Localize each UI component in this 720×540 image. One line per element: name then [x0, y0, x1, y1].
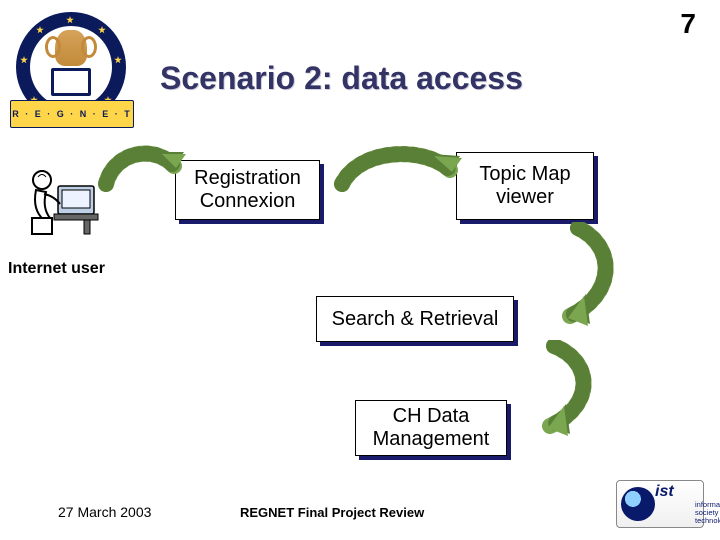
- regnet-logo: R · E · G · N · E · T: [16, 12, 126, 122]
- node-topic-map-viewer: Topic Map viewer: [456, 152, 594, 220]
- arrow-registration-to-topicmap: [332, 140, 462, 200]
- node-text: Management: [373, 428, 490, 451]
- ist-logo-big-text: ist: [655, 483, 674, 501]
- internet-user-icon: [24, 160, 104, 240]
- node-text: Registration: [194, 167, 301, 190]
- node-ch-data-management: CH Data Management: [355, 400, 507, 456]
- node-text: CH Data: [393, 405, 470, 428]
- page-number: 7: [680, 8, 696, 40]
- node-text: Topic Map: [479, 163, 570, 186]
- node-registration-connexion: Registration Connexion: [175, 160, 320, 220]
- regnet-logo-banner: R · E · G · N · E · T: [10, 100, 134, 128]
- arrow-topicmap-to-search: [520, 222, 630, 332]
- internet-user-label: Internet user: [8, 260, 105, 278]
- footer-date: 27 March 2003: [58, 504, 151, 520]
- arrow-user-to-registration: [96, 138, 186, 198]
- ist-logo: ist information society technologies: [616, 480, 704, 528]
- node-text: Search & Retrieval: [332, 308, 499, 331]
- footer-center-text: REGNET Final Project Review: [240, 505, 424, 520]
- node-text: viewer: [496, 186, 554, 209]
- ist-logo-small-text: information society technologies: [695, 501, 720, 526]
- slide-title: Scenario 2: data access: [160, 60, 523, 97]
- arrow-search-to-chdata: [508, 340, 608, 440]
- node-text: Connexion: [200, 190, 296, 213]
- node-search-retrieval: Search & Retrieval: [316, 296, 514, 342]
